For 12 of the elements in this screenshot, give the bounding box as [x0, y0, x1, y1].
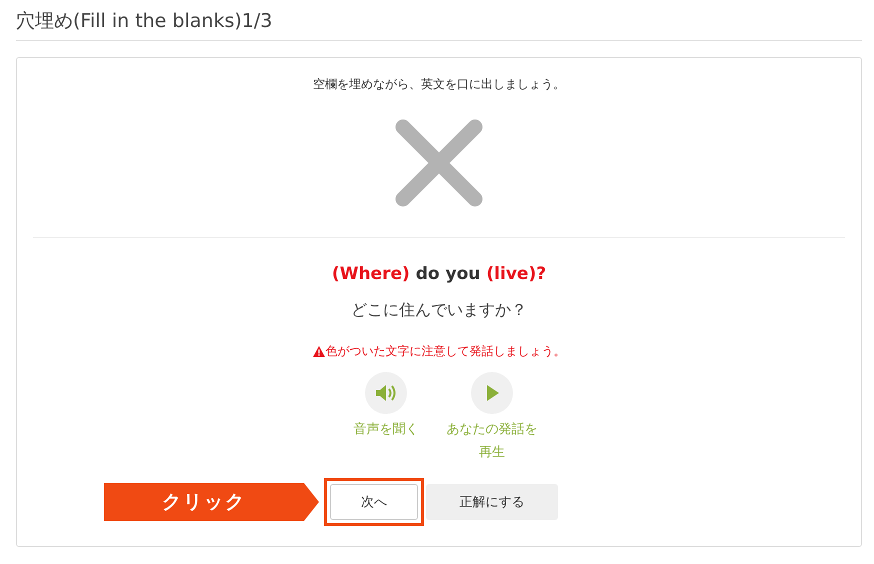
instruction-text: 空欄を埋めながら、英文を口に出しましょう。: [313, 76, 565, 93]
warning-text: 色がついた文字に注意して発話しましょう。: [326, 343, 566, 360]
translation-text: どこに住んでいますか？: [351, 300, 527, 321]
next-button[interactable]: 次へ: [330, 484, 418, 520]
mark-correct-button[interactable]: 正解にする: [426, 484, 558, 520]
warning-icon: [312, 346, 324, 357]
click-callout: クリック: [104, 483, 319, 521]
highlighted-word: (Where): [332, 264, 410, 284]
highlighted-word: (live)?: [486, 264, 546, 284]
sentence-word: do you: [416, 264, 480, 284]
speaker-icon: [375, 384, 397, 402]
page-title: 穴埋め(Fill in the blanks)1/3: [16, 9, 272, 34]
